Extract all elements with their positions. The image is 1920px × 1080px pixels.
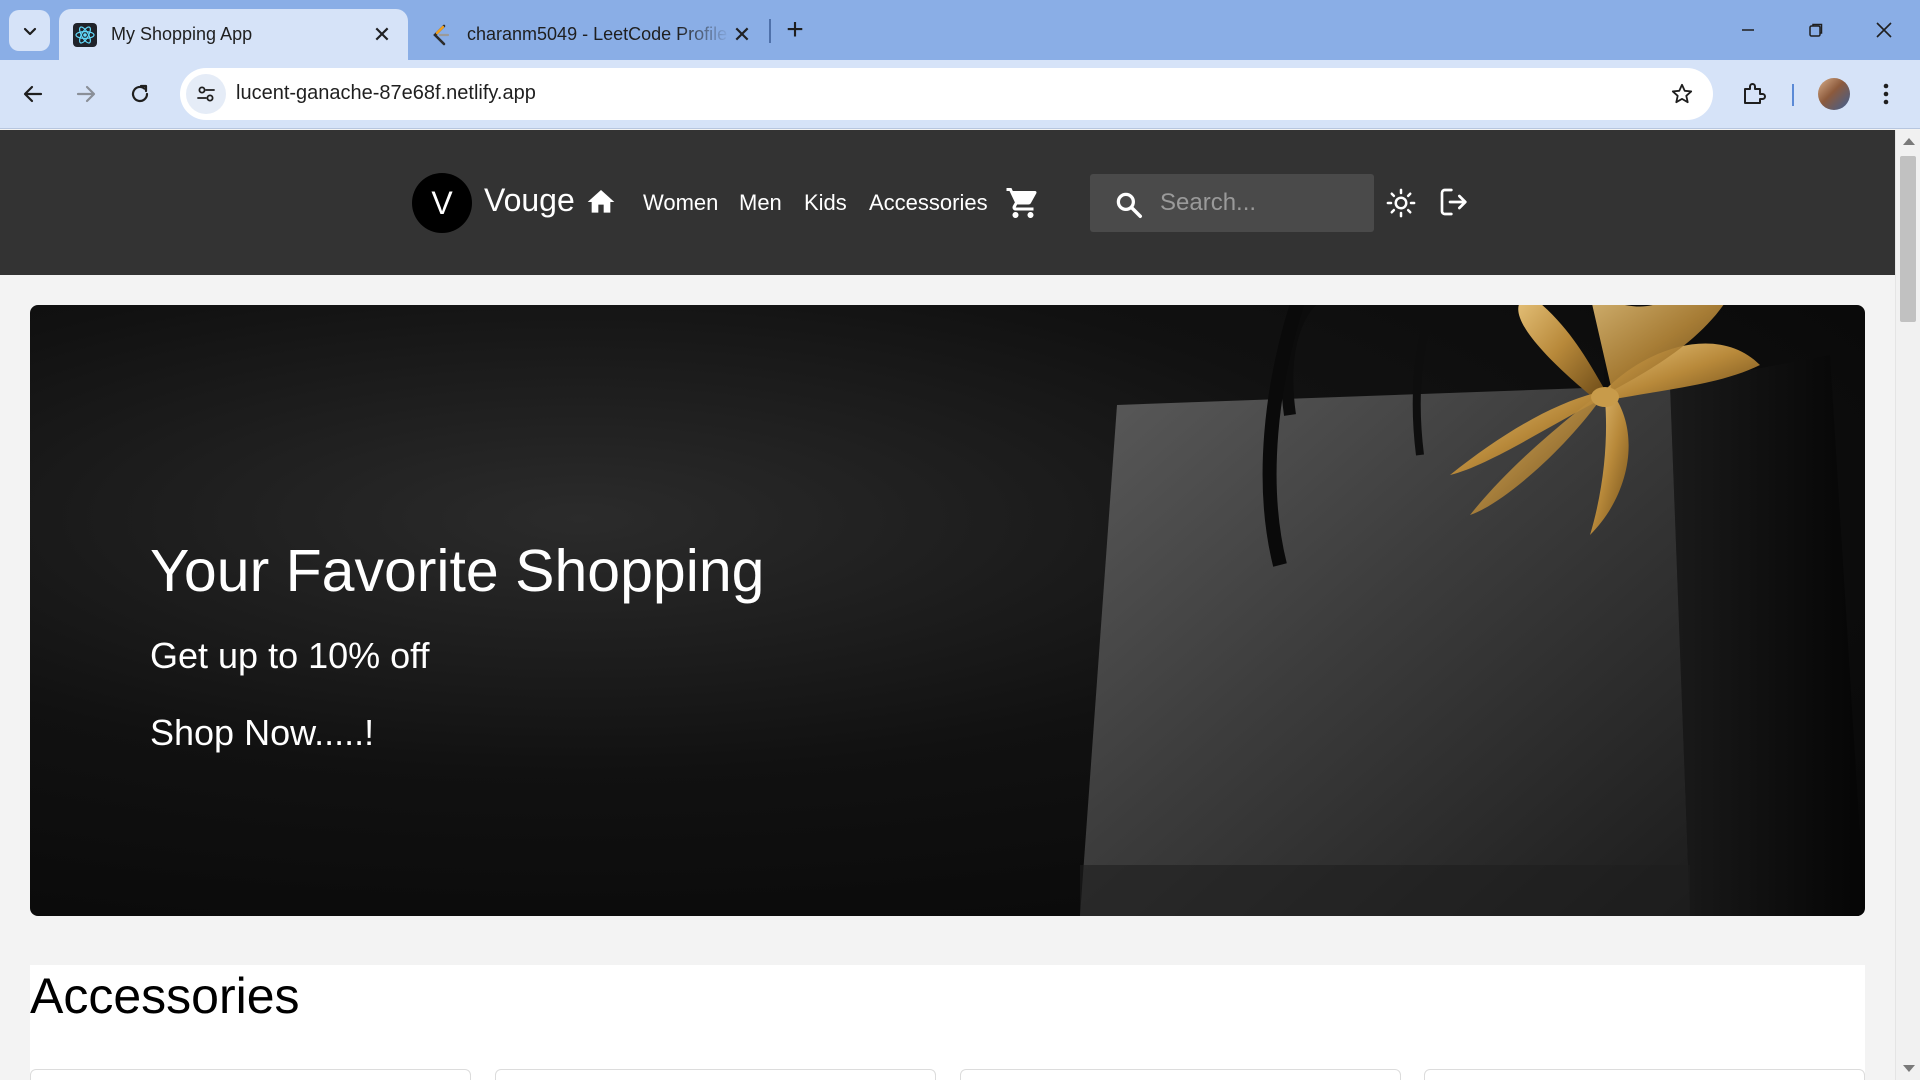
product-card[interactable] (960, 1069, 1401, 1080)
cart-icon[interactable] (1005, 185, 1041, 221)
browser-menu-button[interactable] (1870, 78, 1902, 110)
profile-avatar[interactable] (1818, 78, 1850, 110)
tab-separator (769, 19, 771, 43)
arrow-left-icon (23, 85, 43, 103)
product-card[interactable] (495, 1069, 936, 1080)
section-title: Accessories (30, 968, 300, 1024)
reload-button[interactable] (124, 78, 156, 110)
hero-subtitle: Get up to 10% off (150, 635, 430, 676)
forward-button[interactable] (70, 78, 102, 110)
product-card[interactable] (1424, 1069, 1865, 1080)
page-viewport: V Vouge Women Men Kids Accessories Searc… (0, 130, 1895, 1080)
restore-icon (1809, 23, 1823, 37)
shop-now-link[interactable]: Shop Now.....! (150, 712, 374, 754)
url-text: lucent-ganache-87e68f.netlify.app (236, 82, 536, 104)
tab-leetcode-profile[interactable]: charanm5049 - LeetCode Profile ✕ (415, 9, 768, 60)
sun-icon[interactable] (1386, 188, 1416, 218)
nav-women[interactable]: Women (643, 190, 718, 216)
leetcode-favicon-icon (429, 23, 453, 47)
scroll-thumb[interactable] (1900, 156, 1916, 322)
home-icon[interactable] (585, 186, 617, 218)
hero-title: Your Favorite Shopping (150, 538, 765, 604)
react-favicon-icon (73, 22, 97, 47)
close-window-button[interactable] (1864, 14, 1904, 46)
arrow-right-icon (76, 85, 96, 103)
close-tab-icon[interactable]: ✕ (370, 22, 394, 47)
search-box[interactable] (1090, 174, 1374, 232)
new-tab-button[interactable]: + (780, 13, 810, 46)
nav-men[interactable]: Men (739, 190, 782, 216)
back-button[interactable] (17, 78, 49, 110)
page-scrollbar[interactable] (1895, 130, 1920, 1080)
more-vertical-icon (1883, 83, 1889, 105)
search-input[interactable] (1160, 186, 1360, 220)
nav-accessories[interactable]: Accessories (869, 190, 988, 216)
reload-icon (131, 84, 149, 103)
browser-tabstrip: My Shopping App ✕ charanm5049 - LeetCode… (0, 0, 1920, 60)
shopping-bag-illustration (1080, 305, 1865, 916)
brand-logo[interactable]: V (412, 173, 472, 233)
puzzle-icon (1744, 83, 1766, 104)
chevron-down-icon (23, 27, 36, 35)
nav-kids[interactable]: Kids (804, 190, 847, 216)
product-card[interactable] (30, 1069, 471, 1080)
logout-icon[interactable] (1438, 186, 1470, 218)
search-icon (1116, 192, 1142, 218)
brand-name[interactable]: Vouge (484, 182, 575, 219)
extensions-button[interactable] (1738, 77, 1770, 109)
close-tab-icon[interactable]: ✕ (730, 22, 754, 47)
bookmark-star-button[interactable] (1669, 81, 1695, 107)
site-info-button[interactable] (186, 74, 226, 114)
hero-banner: Your Favorite Shopping Get up to 10% off… (30, 305, 1865, 916)
tab-search-button[interactable] (9, 10, 50, 51)
close-icon (1876, 22, 1892, 38)
toolbar-separator (1792, 84, 1794, 106)
minimize-button[interactable] (1728, 14, 1768, 46)
minimize-icon (1742, 29, 1754, 31)
accessories-section: Accessories (30, 965, 1865, 1080)
browser-toolbar: lucent-ganache-87e68f.netlify.app (0, 60, 1920, 129)
tab-title: charanm5049 - LeetCode Profile (467, 24, 728, 44)
address-bar[interactable]: lucent-ganache-87e68f.netlify.app (180, 68, 1713, 120)
site-header: V Vouge Women Men Kids Accessories (0, 130, 1895, 275)
tab-my-shopping-app[interactable]: My Shopping App ✕ (59, 9, 408, 60)
tune-icon (197, 86, 215, 102)
scroll-up-arrow-icon[interactable] (1903, 138, 1915, 145)
restore-button[interactable] (1796, 14, 1836, 46)
scroll-down-arrow-icon[interactable] (1903, 1065, 1915, 1072)
star-icon (1671, 83, 1693, 104)
tab-title: My Shopping App (111, 24, 253, 44)
